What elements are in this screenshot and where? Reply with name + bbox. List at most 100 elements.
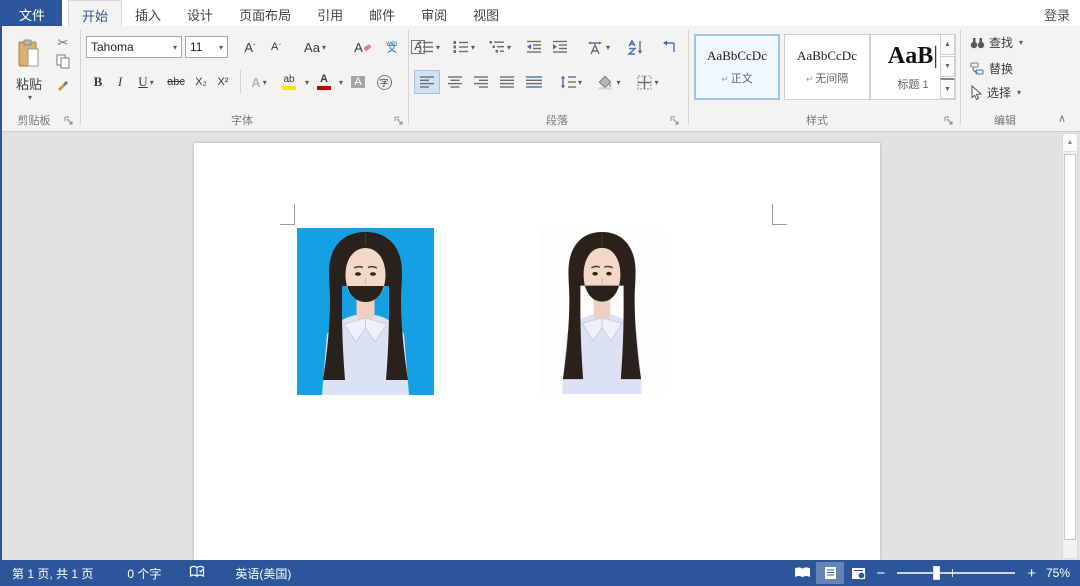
asian-layout-dropdown-icon[interactable]: ▾ [606,43,610,52]
distribute-button[interactable] [520,70,548,94]
sort-button[interactable] [622,36,650,58]
select-button[interactable]: 选择 ▾ [970,84,1021,101]
zoom-slider-track[interactable] [897,572,1015,574]
styles-dialog-launcher-icon[interactable] [944,113,956,125]
shading-button[interactable]: ▾ [592,70,626,94]
superscript-button[interactable]: X² [212,70,234,94]
scrollbar-thumb[interactable] [1064,154,1076,540]
phonetic-guide-button[interactable]: wén 文 [380,36,404,58]
grow-font-button[interactable]: Aˆ [238,36,262,58]
align-left-button[interactable] [414,70,440,94]
language-status[interactable]: 英语(美国) [225,565,301,582]
style-normal-label: 正文 [721,70,753,86]
styles-more-button[interactable]: ▼ [940,78,955,99]
strikethrough-button[interactable]: abc [163,70,189,94]
print-layout-button[interactable] [816,562,844,584]
paragraph-dialog-launcher-icon[interactable] [670,113,682,125]
asian-layout-button[interactable]: ▾ [580,36,616,58]
borders-button[interactable]: ▾ [630,70,666,94]
zoom-in-button[interactable]: + [1023,566,1040,581]
vertical-scrollbar[interactable]: ▲ [1062,133,1078,559]
web-layout-button[interactable] [844,562,872,584]
tab-mailings[interactable]: 邮件 [356,0,408,26]
clear-formatting-button[interactable]: A [350,36,376,58]
proofing-status-button[interactable] [179,565,215,581]
read-mode-button[interactable] [788,562,816,584]
change-case-button[interactable]: Aa ▾ [296,36,334,58]
zoom-out-button[interactable]: − [872,566,889,581]
font-color-dropdown-icon[interactable]: ▾ [337,70,345,94]
decrease-indent-button[interactable] [522,36,546,58]
scroll-up-button[interactable]: ▲ [1063,134,1077,152]
text-highlight-button[interactable]: ab [276,70,302,94]
enclose-characters-button[interactable]: 字 [372,70,396,94]
font-size-dropdown-icon[interactable]: ▾ [219,43,223,52]
multilevel-list-dropdown-icon[interactable]: ▾ [507,43,511,52]
shading-dropdown-icon[interactable]: ▾ [616,78,620,87]
find-button[interactable]: 查找 ▾ [970,34,1023,51]
bold-button[interactable]: B [88,70,108,94]
font-name-dropdown-icon[interactable]: ▾ [173,43,177,52]
numbering-button[interactable]: ▾ [448,36,480,58]
font-name-combo[interactable]: Tahoma ▾ [86,36,182,58]
borders-dropdown-icon[interactable]: ▾ [654,78,658,87]
more-styles-icon: ▼ [944,86,951,93]
italic-button[interactable]: I [110,70,130,94]
clipboard-dialog-launcher-icon[interactable] [64,113,76,125]
find-dropdown-icon[interactable]: ▾ [1019,38,1023,47]
styles-group-label: 样式 [762,112,872,128]
text-highlight-dropdown-icon[interactable]: ▾ [303,70,311,94]
line-spacing-dropdown-icon[interactable]: ▾ [578,78,582,87]
paste-dropdown-icon[interactable]: ▾ [28,93,32,102]
select-dropdown-icon[interactable]: ▾ [1017,88,1021,97]
tab-review[interactable]: 审阅 [408,0,460,26]
tab-view[interactable]: 视图 [460,0,512,26]
numbering-dropdown-icon[interactable]: ▾ [471,43,475,52]
italic-label: I [118,74,122,90]
subscript-button[interactable]: X₂ [190,70,212,94]
font-size-combo[interactable]: 11 ▾ [185,36,228,58]
format-painter-button[interactable] [52,76,74,94]
id-photo-white-background[interactable] [539,228,665,394]
paste-button[interactable]: 粘贴 ▾ [8,32,50,108]
copy-button[interactable] [52,54,74,72]
tab-insert[interactable]: 插入 [122,0,174,26]
zoom-level-button[interactable]: 75% [1040,566,1080,580]
style-normal[interactable]: AaBbCcDc 正文 [694,34,780,100]
tab-home[interactable]: 开始 [68,0,122,26]
tab-file[interactable]: 文件 [2,0,62,26]
styles-scroll-down-button[interactable]: ▼ [940,56,955,77]
bullets-button[interactable]: ▾ [414,36,444,58]
tab-references[interactable]: 引用 [304,0,356,26]
style-no-spacing[interactable]: AaBbCcDc 无间隔 [784,34,870,100]
bullets-dropdown-icon[interactable]: ▾ [436,43,440,52]
justify-button[interactable] [494,70,520,94]
underline-button[interactable]: U ▾ [131,70,161,94]
styles-scroll-up-button[interactable]: ▲ [940,34,955,55]
text-effects-button[interactable]: A ▾ [244,70,274,94]
align-right-button[interactable] [468,70,494,94]
line-spacing-button[interactable]: ▾ [554,70,588,94]
font-dialog-launcher-icon[interactable] [394,113,406,125]
increase-indent-button[interactable] [548,36,572,58]
multilevel-list-button[interactable]: ▾ [484,36,516,58]
page-number-status[interactable]: 第 1 页, 共 1 页 [2,565,103,582]
eraser-icon [363,40,372,55]
align-center-button[interactable] [442,70,468,94]
show-hide-marks-button[interactable] [656,36,680,58]
borders-icon [637,75,652,90]
id-photo-blue-background[interactable] [297,228,434,395]
sign-in-button[interactable]: 登录 [1034,0,1080,26]
scroll-up-icon: ▲ [1067,139,1074,146]
highlight-color-bar-icon [282,86,296,90]
shrink-font-button[interactable]: Aˇ [264,36,288,58]
tab-design[interactable]: 设计 [174,0,226,26]
cut-button[interactable]: ✂ [52,34,74,52]
zoom-slider-thumb[interactable] [933,566,940,580]
character-shading-button[interactable]: A [346,70,370,94]
replace-button[interactable]: 替换 [970,60,1013,77]
word-count-status[interactable]: 0 个字 [117,565,171,582]
tab-page-layout[interactable]: 页面布局 [226,0,304,26]
collapse-ribbon-button[interactable]: ∧ [1058,112,1066,125]
font-color-button[interactable]: A [312,70,336,94]
